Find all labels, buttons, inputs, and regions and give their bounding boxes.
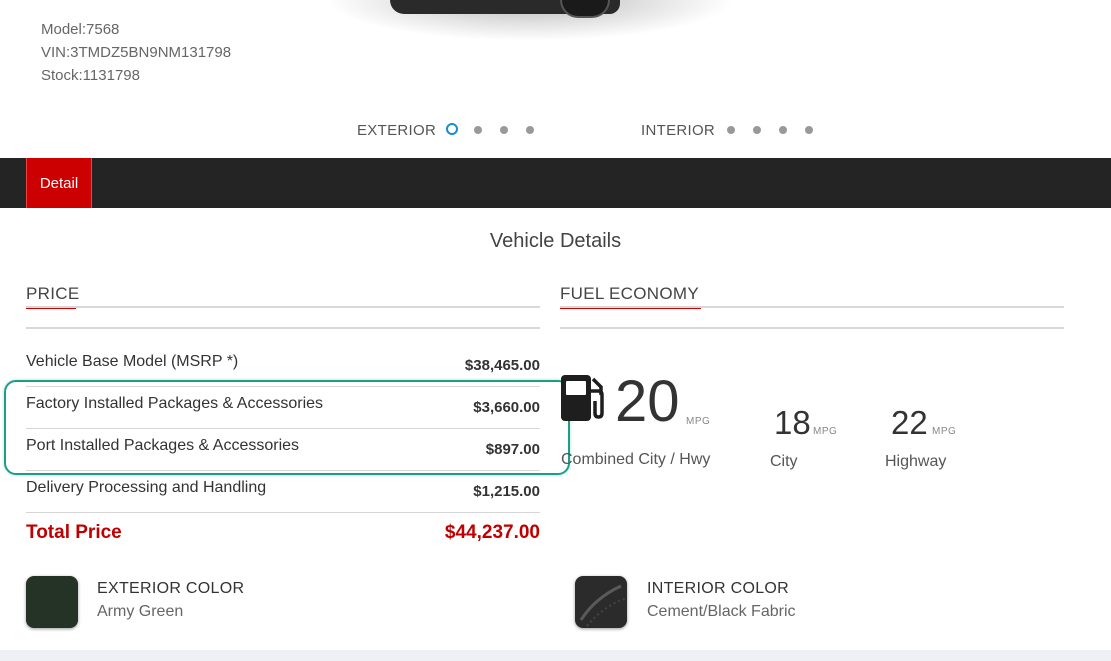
tab-detail[interactable]: Detail bbox=[26, 158, 92, 208]
city-mpg-caption: City bbox=[770, 453, 798, 470]
carousel-dot-interior-4[interactable] bbox=[805, 126, 813, 134]
price-row-value: $38,465.00 bbox=[464, 357, 540, 374]
carousel-dot-interior-1[interactable] bbox=[727, 126, 735, 134]
price-heading: PRICE bbox=[26, 284, 80, 309]
carousel-dot-exterior-4[interactable] bbox=[526, 126, 534, 134]
fuel-economy-heading-text: FUEL ECONOMY bbox=[560, 284, 699, 303]
price-row-divider bbox=[26, 512, 540, 513]
combined-mpg-caption: Combined City / Hwy bbox=[561, 451, 711, 468]
exterior-color-name: Army Green bbox=[97, 603, 184, 620]
vehicle-info: Model:7568 VIN:3TMDZ5BN9NM131798 Stock:1… bbox=[41, 18, 231, 87]
carousel-dot-exterior-2[interactable] bbox=[474, 126, 482, 134]
fuel-rule-bottom bbox=[560, 327, 1064, 329]
vehicle-model: Model:7568 bbox=[41, 21, 120, 38]
total-price-value: $44,237.00 bbox=[444, 522, 540, 543]
price-rule-bottom bbox=[26, 327, 540, 329]
price-row-label: Vehicle Base Model (MSRP *) bbox=[26, 353, 239, 370]
image-carousel-nav: EXTERIOR INTERIOR bbox=[0, 120, 1111, 140]
city-mpg-value: 18 bbox=[774, 404, 811, 441]
annotation-highlight-box bbox=[4, 380, 570, 475]
interior-color-swatch bbox=[575, 576, 627, 628]
combined-mpg-unit: MPG bbox=[686, 416, 711, 427]
interior-color-name: Cement/Black Fabric bbox=[647, 603, 796, 620]
price-row-label: Delivery Processing and Handling bbox=[26, 479, 267, 496]
city-mpg-unit: MPG bbox=[813, 426, 838, 437]
fuel-rule-top bbox=[560, 306, 1064, 308]
price-rule-top bbox=[26, 306, 540, 308]
exterior-color-swatch bbox=[26, 576, 78, 628]
footer-band bbox=[0, 650, 1111, 661]
carousel-dot-exterior-1[interactable] bbox=[446, 123, 458, 135]
price-heading-text: PRICE bbox=[26, 284, 80, 303]
carousel-dot-interior-3[interactable] bbox=[779, 126, 787, 134]
carousel-interior-label[interactable]: INTERIOR bbox=[641, 122, 715, 139]
vehicle-stock: Stock:1131798 bbox=[41, 67, 140, 84]
carousel-dot-exterior-3[interactable] bbox=[500, 126, 508, 134]
interior-color-heading: INTERIOR COLOR bbox=[647, 580, 789, 597]
section-title: Vehicle Details bbox=[489, 230, 622, 252]
carousel-exterior-label[interactable]: EXTERIOR bbox=[357, 122, 436, 139]
price-row-value: $1,215.00 bbox=[473, 483, 540, 500]
vehicle-vin: VIN:3TMDZ5BN9NM131798 bbox=[41, 44, 232, 61]
fuel-economy-heading: FUEL ECONOMY bbox=[560, 284, 701, 309]
highway-mpg-unit: MPG bbox=[932, 426, 957, 437]
highway-mpg-value: 22 bbox=[891, 404, 928, 441]
fuel-pump-icon bbox=[561, 375, 604, 421]
exterior-color-heading: EXTERIOR COLOR bbox=[97, 580, 245, 597]
combined-mpg-value: 20 bbox=[615, 369, 680, 434]
highway-mpg-caption: Highway bbox=[885, 453, 947, 470]
carousel-dot-interior-2[interactable] bbox=[753, 126, 761, 134]
price-row-base: Vehicle Base Model (MSRP *) $38,465.00 bbox=[26, 343, 540, 385]
total-price-label: Total Price bbox=[26, 522, 122, 543]
fabric-texture-icon bbox=[579, 584, 627, 627]
detail-tab-bar: Detail bbox=[0, 158, 1111, 208]
price-row-delivery: Delivery Processing and Handling $1,215.… bbox=[26, 469, 540, 511]
